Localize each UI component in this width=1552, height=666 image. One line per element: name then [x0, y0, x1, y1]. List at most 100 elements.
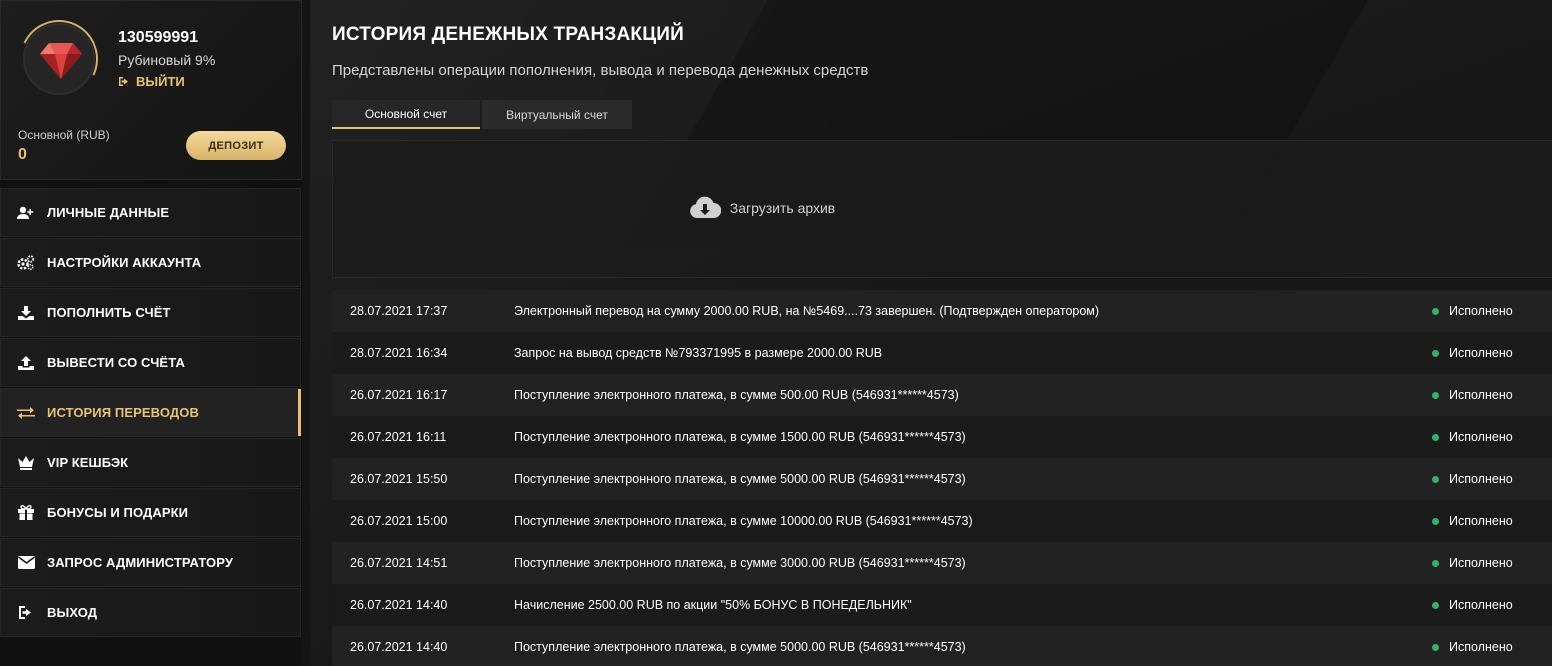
user-id: 130599991	[118, 29, 199, 46]
download-archive-label: Загрузить архив	[729, 200, 836, 216]
exchange-icon	[17, 404, 35, 422]
tx-status-label: Исполнено	[1449, 472, 1513, 486]
status-dot-icon	[1432, 391, 1439, 399]
logout-link[interactable]: ВЫЙТИ	[118, 74, 185, 89]
table-row: 26.07.2021 14:40 Поступление электронног…	[332, 626, 1552, 666]
sidebar: 130599991 Рубиновый 9% ВЫЙТИ Основной (R…	[0, 0, 302, 666]
sidebar-item-label: ЗАПРОС АДМИНИСТРАТОРУ	[47, 555, 234, 570]
table-row: 26.07.2021 14:51 Поступление электронног…	[332, 542, 1552, 584]
table-row: 26.07.2021 16:17 Поступление электронног…	[332, 374, 1552, 416]
sidebar-item-label: НАСТРОЙКИ АККАУНТА	[47, 255, 202, 270]
tx-date: 26.07.2021 16:11	[350, 430, 447, 444]
gift-icon	[17, 504, 35, 522]
archive-panel: Загрузить архив	[332, 140, 1552, 278]
ruby-gem-icon	[40, 43, 82, 79]
user-plus-icon	[17, 204, 35, 222]
deposit-button[interactable]: ДЕПОЗИТ	[186, 131, 286, 160]
tx-description: Поступление электронного платежа, в сумм…	[514, 430, 966, 444]
table-row: 26.07.2021 15:00 Поступление электронног…	[332, 500, 1552, 542]
tx-status: Исполнено	[1432, 640, 1513, 654]
balance-value: 0	[18, 146, 27, 163]
status-dot-icon	[1432, 601, 1439, 609]
balance-label: Основной (RUB)	[18, 128, 110, 142]
tx-date: 28.07.2021 16:34	[350, 346, 448, 360]
sidebar-item-admin-request[interactable]: ЗАПРОС АДМИНИСТРАТОРУ	[0, 538, 301, 587]
table-row: 26.07.2021 14:40 Начисление 2500.00 RUB …	[332, 584, 1552, 626]
tx-status-label: Исполнено	[1449, 304, 1513, 318]
page-title: ИСТОРИЯ ДЕНЕЖНЫХ ТРАНЗАКЦИЙ	[332, 24, 684, 45]
status-dot-icon	[1432, 349, 1439, 357]
sidebar-item-vip-cashback[interactable]: VIP КЕШБЭК	[0, 438, 301, 487]
sidebar-item-personal-data[interactable]: ЛИЧНЫЕ ДАННЫЕ	[0, 188, 301, 237]
sidebar-item-bonuses[interactable]: БОНУСЫ И ПОДАРКИ	[0, 488, 301, 537]
table-row: 26.07.2021 16:11 Поступление электронног…	[332, 416, 1552, 458]
sidebar-item-exit[interactable]: ВЫХОД	[0, 588, 301, 637]
tx-status-label: Исполнено	[1449, 346, 1513, 360]
tab-virtual-account[interactable]: Виртуальный счет	[482, 100, 632, 129]
tx-description: Начисление 2500.00 RUB по акции "50% БОН…	[514, 598, 912, 612]
status-dot-icon	[1432, 433, 1439, 441]
tx-description: Поступление электронного платежа, в сумм…	[514, 640, 966, 654]
sidebar-item-label: ВЫВЕСТИ СО СЧЁТА	[47, 355, 185, 370]
profile-panel: 130599991 Рубиновый 9% ВЫЙТИ Основной (R…	[0, 0, 302, 180]
sidebar-item-label: ИСТОРИЯ ПЕРЕВОДОВ	[47, 405, 199, 420]
avatar[interactable]	[23, 23, 95, 95]
tx-status: Исполнено	[1432, 514, 1513, 528]
table-row: 26.07.2021 15:50 Поступление электронног…	[332, 458, 1552, 500]
tx-description: Электронный перевод на сумму 2000.00 RUB…	[514, 304, 1100, 318]
sidebar-item-account-settings[interactable]: НАСТРОЙКИ АККАУНТА	[0, 238, 301, 287]
tx-description: Поступление электронного платежа, в сумм…	[514, 556, 966, 570]
tx-date: 26.07.2021 14:40	[350, 598, 448, 612]
status-dot-icon	[1432, 517, 1439, 525]
tx-date: 26.07.2021 14:51	[350, 556, 448, 570]
table-row: 28.07.2021 17:37 Электронный перевод на …	[332, 290, 1552, 332]
table-row: 28.07.2021 16:34 Запрос на вывод средств…	[332, 332, 1552, 374]
tx-status-label: Исполнено	[1449, 430, 1513, 444]
tx-status: Исполнено	[1432, 556, 1513, 570]
crown-icon	[17, 454, 35, 472]
tx-status: Исполнено	[1432, 304, 1513, 318]
sidebar-item-withdraw[interactable]: ВЫВЕСТИ СО СЧЁТА	[0, 338, 301, 387]
tx-status-label: Исполнено	[1449, 514, 1513, 528]
cloud-download-icon	[689, 196, 721, 218]
user-level: Рубиновый 9%	[118, 52, 216, 68]
status-dot-icon	[1432, 643, 1439, 651]
tx-status-label: Исполнено	[1449, 388, 1513, 402]
logout-label: ВЫЙТИ	[136, 74, 185, 89]
sidebar-item-deposit[interactable]: ПОПОЛНИТЬ СЧЁТ	[0, 288, 301, 337]
page-subtitle: Представлены операции пополнения, вывода…	[332, 62, 869, 79]
tx-description: Поступление электронного платежа, в сумм…	[514, 514, 973, 528]
tx-date: 26.07.2021 15:50	[350, 472, 448, 486]
tx-description: Поступление электронного платежа, в сумм…	[514, 472, 966, 486]
sidebar-item-label: ПОПОЛНИТЬ СЧЁТ	[47, 305, 171, 320]
tab-main-account[interactable]: Основной счет	[332, 100, 480, 129]
main-content: ИСТОРИЯ ДЕНЕЖНЫХ ТРАНЗАКЦИЙ Представлены…	[310, 0, 1552, 666]
download-icon	[17, 304, 35, 322]
gears-icon	[17, 254, 35, 272]
tx-date: 26.07.2021 14:40	[350, 640, 448, 654]
tx-date: 28.07.2021 17:37	[350, 304, 448, 318]
tx-description: Запрос на вывод средств №793371995 в раз…	[514, 346, 883, 360]
tx-status: Исполнено	[1432, 346, 1513, 360]
tx-status-label: Исполнено	[1449, 556, 1513, 570]
sidebar-item-label: VIP КЕШБЭК	[47, 455, 129, 470]
tx-status: Исполнено	[1432, 472, 1513, 486]
tx-status: Исполнено	[1432, 388, 1513, 402]
sidebar-item-transfer-history[interactable]: ИСТОРИЯ ПЕРЕВОДОВ	[0, 388, 301, 437]
account-tabs: Основной счет Виртуальный счет	[332, 100, 632, 129]
transactions-table: 28.07.2021 17:37 Электронный перевод на …	[332, 290, 1552, 666]
sidebar-item-label: БОНУСЫ И ПОДАРКИ	[47, 505, 189, 520]
status-dot-icon	[1432, 475, 1439, 483]
status-dot-icon	[1432, 559, 1439, 567]
sign-out-icon	[119, 77, 128, 86]
download-archive-button[interactable]: Загрузить архив	[689, 196, 836, 220]
tx-description: Поступление электронного платежа, в сумм…	[514, 388, 959, 402]
tx-status: Исполнено	[1432, 598, 1513, 612]
tx-status-label: Исполнено	[1449, 598, 1513, 612]
tx-date: 26.07.2021 15:00	[350, 514, 448, 528]
envelope-icon	[17, 554, 35, 572]
tx-status-label: Исполнено	[1449, 640, 1513, 654]
sidebar-item-label: ВЫХОД	[47, 605, 98, 620]
sidebar-menu: ЛИЧНЫЕ ДАННЫЕ НАСТРОЙКИ АККАУНТА ПОПОЛНИ…	[0, 188, 302, 638]
tx-status: Исполнено	[1432, 430, 1513, 444]
